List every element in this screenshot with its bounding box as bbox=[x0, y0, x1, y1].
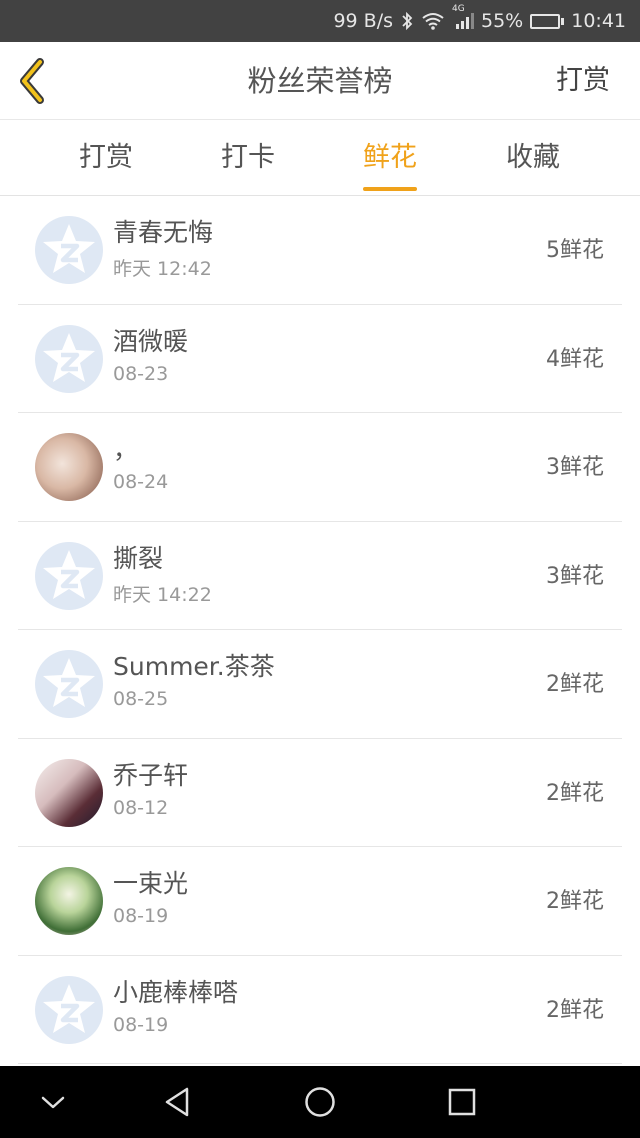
tab-favorites[interactable]: 收藏 bbox=[473, 120, 593, 196]
fan-time: 昨天 12:42 bbox=[113, 258, 212, 280]
avatar bbox=[35, 758, 103, 827]
battery-icon bbox=[530, 13, 565, 29]
fan-name: Summer.茶茶 bbox=[113, 652, 275, 681]
avatar bbox=[35, 216, 103, 284]
list-item[interactable]: ， 08-24 3鲜花 bbox=[18, 413, 622, 522]
tab-label: 收藏 bbox=[506, 142, 560, 173]
status-bar: 99 B/s 4G 55% 10:41 bbox=[0, 0, 640, 42]
tab-reward[interactable]: 打赏 bbox=[46, 120, 166, 196]
flower-count: 5鲜花 bbox=[546, 238, 604, 263]
avatar bbox=[35, 324, 103, 393]
fan-time: 08-25 bbox=[113, 688, 169, 710]
wifi-icon bbox=[421, 12, 445, 30]
bluetooth-icon bbox=[400, 11, 414, 31]
fan-ranking-list: 青春无悔 昨天 12:42 5鲜花 酒微暖 08-23 4鲜花 ， 08-24 … bbox=[0, 196, 640, 1064]
chevron-down-icon bbox=[41, 1096, 65, 1109]
recents-square-icon bbox=[448, 1088, 476, 1116]
list-item[interactable]: Summer.茶茶 08-25 2鲜花 bbox=[18, 630, 622, 739]
home-circle-icon bbox=[305, 1087, 335, 1117]
list-item[interactable]: 青春无悔 昨天 12:42 5鲜花 bbox=[18, 196, 622, 305]
flower-count: 4鲜花 bbox=[546, 346, 604, 372]
tab-flowers[interactable]: 鲜花 bbox=[330, 120, 450, 196]
tab-checkin[interactable]: 打卡 bbox=[188, 120, 308, 196]
fan-name: 撕裂 bbox=[113, 543, 164, 573]
fan-time: 08-23 bbox=[113, 362, 169, 385]
tab-label: 打卡 bbox=[221, 142, 275, 173]
system-nav-bar bbox=[0, 1066, 640, 1138]
fan-time: 08-12 bbox=[113, 796, 169, 819]
tab-label: 打赏 bbox=[79, 142, 133, 173]
hide-nav-button[interactable] bbox=[31, 1080, 75, 1124]
clock: 10:41 bbox=[571, 10, 626, 32]
flower-count: 2鲜花 bbox=[546, 997, 604, 1023]
flower-count: 2鲜花 bbox=[546, 672, 604, 697]
tab-bar: 打赏 打卡 鲜花 收藏 bbox=[0, 120, 640, 196]
flower-count: 2鲜花 bbox=[546, 780, 604, 806]
flower-count: 3鲜花 bbox=[546, 563, 604, 589]
fan-name: 乔子轩 bbox=[113, 760, 189, 790]
battery-percent: 55% bbox=[481, 10, 524, 32]
reward-button[interactable]: 打赏 bbox=[556, 42, 610, 120]
list-item[interactable]: 撕裂 昨天 14:22 3鲜花 bbox=[18, 522, 622, 630]
flower-count: 2鲜花 bbox=[546, 889, 604, 914]
back-triangle-icon bbox=[165, 1087, 189, 1117]
qzone-star-icon bbox=[43, 224, 95, 273]
avatar bbox=[35, 975, 103, 1044]
list-item[interactable]: 小鹿棒棒嗒 08-19 2鲜花 bbox=[18, 956, 622, 1064]
avatar bbox=[35, 541, 103, 610]
qzone-star-icon bbox=[43, 332, 95, 382]
fan-name: 酒微暖 bbox=[113, 326, 189, 356]
fan-time: 昨天 14:22 bbox=[113, 583, 212, 606]
back-button[interactable] bbox=[12, 56, 60, 106]
avatar bbox=[35, 650, 103, 718]
flower-count: 3鲜花 bbox=[546, 455, 604, 480]
active-tab-indicator bbox=[363, 187, 417, 191]
qzone-star-icon bbox=[43, 983, 95, 1033]
fan-name: ， bbox=[113, 435, 139, 464]
cell-signal-icon: 4G bbox=[452, 4, 474, 30]
nav-recents-button[interactable] bbox=[440, 1080, 484, 1124]
avatar bbox=[35, 867, 103, 935]
nav-home-button[interactable] bbox=[298, 1080, 342, 1124]
network-speed: 99 B/s bbox=[333, 10, 393, 32]
list-item[interactable]: 乔子轩 08-12 2鲜花 bbox=[18, 739, 622, 847]
fan-time: 08-19 bbox=[113, 1013, 169, 1036]
qzone-star-icon bbox=[43, 658, 95, 707]
fan-name: 一束光 bbox=[113, 869, 189, 898]
list-item[interactable]: 酒微暖 08-23 4鲜花 bbox=[18, 305, 622, 413]
fan-time: 08-24 bbox=[113, 471, 169, 493]
tab-label: 鲜花 bbox=[363, 142, 417, 173]
chevron-left-icon bbox=[20, 58, 44, 104]
nav-back-button[interactable] bbox=[156, 1080, 200, 1124]
fan-time: 08-19 bbox=[113, 905, 169, 927]
fan-name: 青春无悔 bbox=[113, 218, 214, 247]
avatar bbox=[35, 433, 103, 501]
page-title: 粉丝荣誉榜 bbox=[247, 64, 393, 98]
list-item[interactable]: 一束光 08-19 2鲜花 bbox=[18, 847, 622, 956]
signal-badge: 4G bbox=[452, 4, 465, 14]
qzone-star-icon bbox=[43, 549, 95, 599]
app-header: 粉丝荣誉榜 打赏 bbox=[0, 42, 640, 120]
fan-name: 小鹿棒棒嗒 bbox=[113, 977, 239, 1007]
